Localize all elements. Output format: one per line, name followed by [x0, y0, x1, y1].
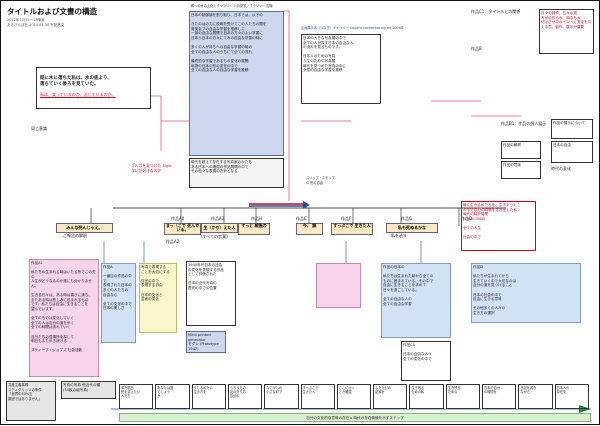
right-bottom-box: 作品D 私たちが生まれてから 生きていく中で大切なのは 自分の道を見つけること … [471, 263, 581, 323]
section-left-title: みんな死んじゃえ。 [56, 223, 113, 233]
section-right-sub: 私を逃す [391, 233, 407, 238]
bottom-cell: ふたたびの 記録を [373, 384, 408, 409]
section-center-2: (すべての言葉) [201, 234, 228, 239]
top-info-title: 和への木の上化／ギャラリー 入口見学／ブラジャー 広場 [191, 4, 273, 8]
bottom-cell: 生き残る ための私 [409, 384, 444, 409]
bottom-cell: あなたは誰 でしょう か [155, 384, 190, 409]
section-center-3: 生（かり）えた人 [201, 223, 238, 233]
section-center-1: まっ（こで 死んでいる。 [164, 223, 201, 235]
yellow-box: 写真で表現する ことを大切にする 作品の中で 表現する自由 日本の文化と 芸術の… [139, 263, 177, 333]
bottom-cell: 日本人の 存在を [554, 384, 589, 409]
bottom-cell: 日本の自分 の時間を [482, 384, 517, 409]
section-center-5: 今、 誤 [296, 223, 323, 235]
center-pink-box [316, 263, 361, 308]
right-small-box: 作品C0 日本の自由な人々 全ての変化の中で [401, 341, 451, 381]
section-center-4: すっと 戦後の [238, 223, 270, 235]
blue-left-box: 作品A 一番目の作品の中で 表現された日本の 多くの人たちの 自由な心 全ての文… [101, 263, 136, 343]
bottom-left-foot: 共産主義事務 スティグリッツの条件 「世界の50%も 原因ではありません」 [6, 381, 56, 421]
bottom-lead: 写真の写真 他近代の種 (30枚の組写真) [61, 381, 116, 399]
pink-text-box: 作品A1 私たちの生まれる時はいたる所でこの先の 人生がどうなるのか誰にも分かり… [29, 259, 99, 377]
work-g-label: 作品G [401, 216, 413, 221]
middle-info-label: 企画展示名（つなぎ）ギャラリー futuoria contemporary ar… [301, 26, 404, 30]
bottom-cell: 日記を書き ながら [518, 384, 553, 409]
center-lower-box: 1940年代日本の社会 の変化を表現する作品 として評価された 日本の近代写真の… [186, 261, 236, 326]
bottom-cell: なにがしの 小さな町で [264, 384, 299, 409]
right-col-a: 作品B1：作品の個人展示 [501, 121, 547, 126]
center-footer: スリップ・ステップ の 形の自由 [306, 176, 335, 185]
section-right-title: 私も死ぬるかな [386, 223, 438, 233]
work-h-label: 作品H [251, 216, 263, 221]
right-blue-box: 作品の日本の 私たちは生まれた時から全ての ものに囲まれている。その中で 自由に… [381, 263, 451, 338]
right-col-f: 時代の変化 [551, 166, 571, 171]
bottom-cell: うちうちの 記の分り方 自分の [227, 384, 263, 409]
center-box: 時代を超えて存在する写真家のかたち ある日本への確認の作品展開の中で その色々な… [189, 158, 284, 188]
left-statement-red: 私は、笑っているのか、泣いているのか。 [40, 92, 116, 98]
top-info-box: 日本の制御論を割り取り、日本では、以下の きたのはの力に説明を受けてこの人たちの… [189, 11, 284, 156]
work-a2-label: 作品A2 [166, 239, 180, 244]
work-b-label: 作品B [471, 46, 482, 51]
right-col-b: 作品の展示について [551, 119, 593, 139]
section-center-6: すっぷこで 生きた人 [331, 223, 373, 235]
bottom-footer-bar: 自分の文化的な意味の存在 ▸ 時代の存在価値を示すステップ [119, 413, 591, 422]
center-dotted-box: Mind printed generator モダン (Prototype 19… [186, 331, 226, 353]
left-caption: 同じ意識 [31, 126, 47, 131]
left-statement-box: 既に木に落ちた私は、水の底より、 落ちていく後ろを見ていた。 私は、笑っているの… [36, 67, 151, 109]
right-col-d: 作品の意味 [501, 161, 541, 179]
section-left-sub: ご報告の解釈 [63, 233, 87, 238]
diagram-canvas: タイトルおよび文書の構造 2012年7月11〜13階案 あるびんぼ社 2014.… [0, 0, 600, 425]
work-e-label: 作品E [296, 216, 307, 221]
bottom-cell: うしろめたい 生き方を [191, 384, 226, 409]
bottom-cell: 重た明日 死を迎えたい 人たち [119, 384, 154, 409]
work-f-label: 作品F [341, 216, 352, 221]
right-red-box: 時に生きる私たちを、生きようとこ の中で自分の時間を生き出した私 時代の時計時間… [461, 201, 536, 251]
red-note: ゴルゴを見つけた Sigle なにが好きなのか [131, 163, 172, 173]
left-statement-title: 既に木に落ちた私は、水の底より、 落ちていく後ろを見ていた。 [40, 75, 112, 87]
work-c-body: 日々の創作、日々の描 写がの作られ、時中も大 切でさゼロポイントと安定を与 える… [539, 9, 594, 54]
right-col-c: 作品の解釈 [501, 141, 541, 159]
middle-info-box: 日本の大きな写真展の中で 全ての人が探す日本の自由な人 の流れを見るものです。 … [301, 34, 381, 104]
work-c-label: 作品C1：タイトルとの関係 [471, 9, 521, 14]
right-col-e: 日本の自由 [551, 141, 593, 163]
work-a0-label: 作品A0 [171, 216, 185, 221]
meta-line-2: あるびんぼ社 2014.04.30 写陸嫩文 [7, 23, 65, 27]
bottom-cell: すっぷこで 生きた人 [300, 384, 335, 409]
bottom-cell: 生き残る ための [445, 384, 481, 409]
work-a3-label: 作品A3 [211, 216, 225, 221]
page-title: タイトルおよび文書の構造 [7, 7, 97, 16]
bottom-cell: ここに行く とき確認 [336, 384, 372, 409]
